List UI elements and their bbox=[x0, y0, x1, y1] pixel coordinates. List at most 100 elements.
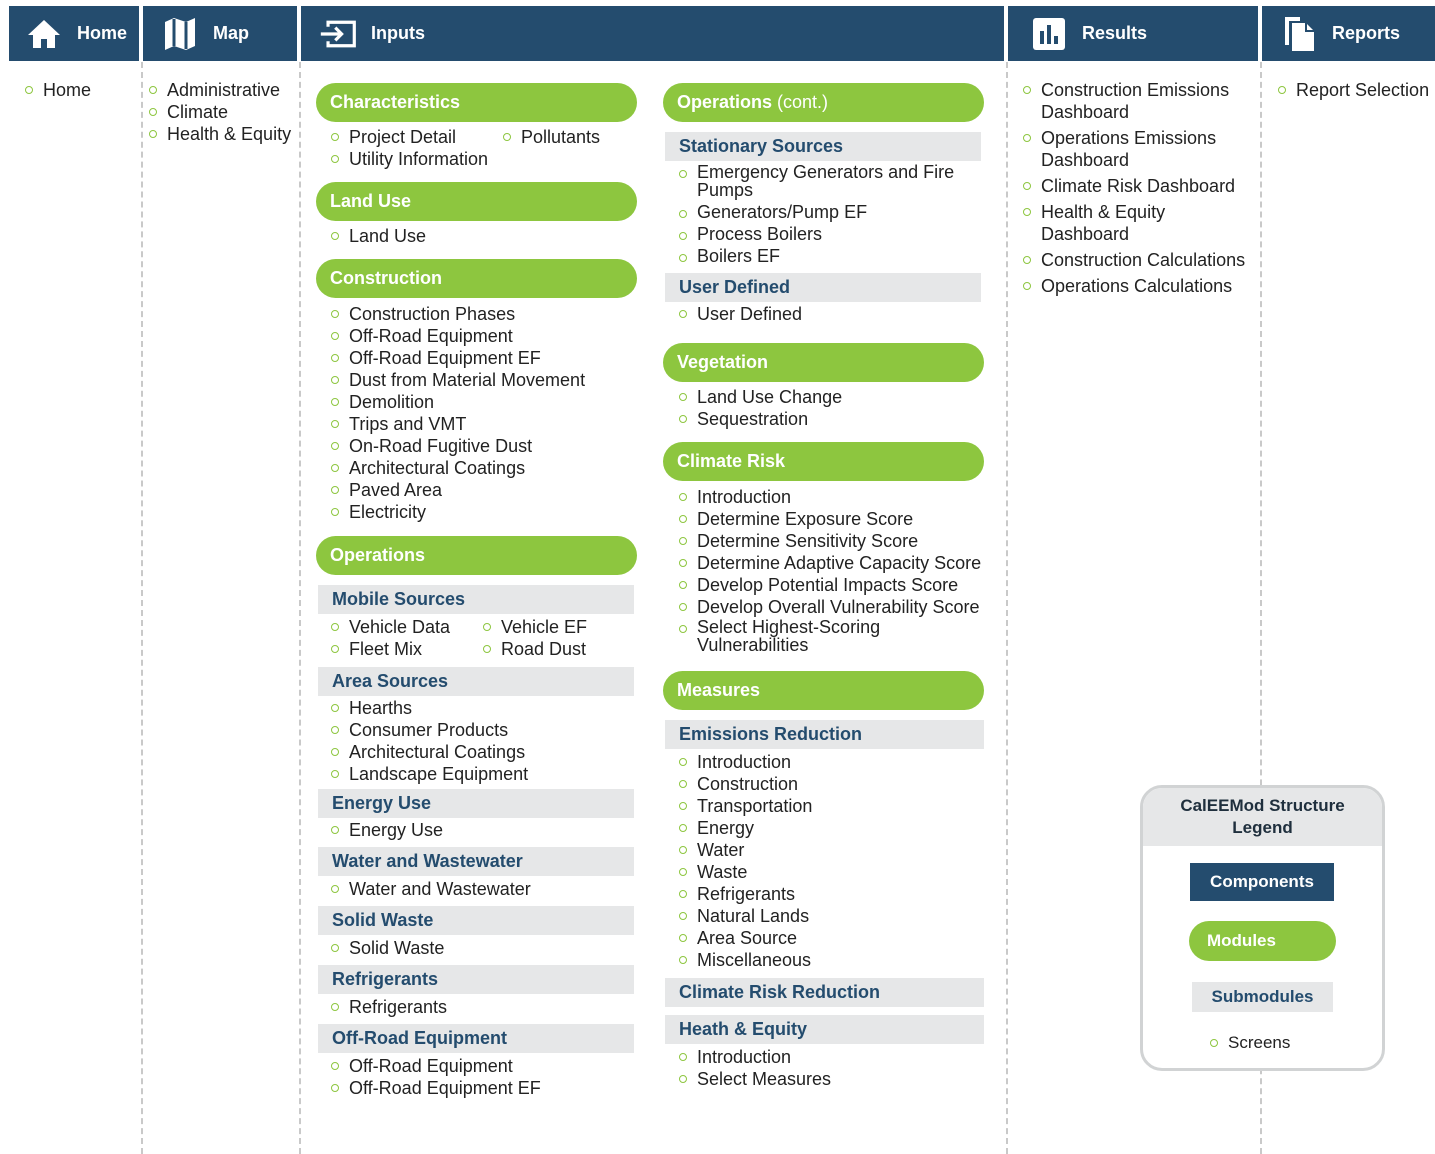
screen-item[interactable]: Trips and VMT bbox=[329, 413, 585, 435]
screen-item[interactable]: Energy bbox=[677, 817, 812, 839]
screen-item[interactable]: Road Dust bbox=[481, 638, 587, 660]
screen-item[interactable]: Construction Phases bbox=[329, 303, 585, 325]
map-icon bbox=[161, 15, 199, 53]
module-climate-risk[interactable]: Climate Risk bbox=[663, 442, 984, 481]
screen-item[interactable]: Operations Emissions Dashboard bbox=[1021, 127, 1256, 171]
screen-item[interactable]: Landscape Equipment bbox=[329, 763, 528, 785]
component-map[interactable]: Map bbox=[143, 6, 297, 61]
screen-item[interactable]: Refrigerants bbox=[677, 883, 812, 905]
screen-item[interactable]: Select Measures bbox=[677, 1068, 831, 1090]
screen-item[interactable]: Off-Road Equipment EF bbox=[329, 1077, 541, 1099]
screen-item[interactable]: Architectural Coatings bbox=[329, 741, 528, 763]
screen-item[interactable]: Miscellaneous bbox=[677, 949, 812, 971]
screen-item[interactable]: Land Use bbox=[329, 225, 426, 247]
screen-item[interactable]: Architectural Coatings bbox=[329, 457, 585, 479]
screen-item[interactable]: Develop Overall Vulnerability Score bbox=[677, 596, 1007, 618]
submodule-water-wastewater[interactable]: Water and Wastewater bbox=[318, 847, 634, 876]
module-characteristics[interactable]: Characteristics bbox=[316, 83, 637, 122]
screen-item[interactable]: Pollutants bbox=[501, 126, 600, 148]
module-measures[interactable]: Measures bbox=[663, 671, 984, 710]
submodule-user-defined[interactable]: User Defined bbox=[665, 273, 981, 302]
legend-submodules: Submodules bbox=[1192, 982, 1333, 1012]
screen-list: Project Detail Utility Information bbox=[329, 126, 488, 170]
module-construction[interactable]: Construction bbox=[316, 259, 637, 298]
screen-item[interactable]: Home bbox=[23, 79, 91, 101]
screen-item[interactable]: User Defined bbox=[677, 303, 802, 325]
screen-item[interactable]: Select Highest-Scoring Vulnerabilities bbox=[677, 618, 907, 654]
screen-item[interactable]: Determine Sensitivity Score bbox=[677, 530, 1007, 552]
module-land-use[interactable]: Land Use bbox=[316, 182, 637, 221]
submodule-stationary-sources[interactable]: Stationary Sources bbox=[665, 132, 981, 161]
screen-item[interactable]: Construction bbox=[677, 773, 812, 795]
submodule-area-sources[interactable]: Area Sources bbox=[318, 667, 634, 696]
screen-item[interactable]: Boilers EF bbox=[677, 247, 972, 265]
screen-item[interactable]: Administrative bbox=[147, 79, 291, 101]
screen-item[interactable]: Generators/Pump EF bbox=[677, 203, 972, 221]
screen-item[interactable]: Emergency Generators and Fire Pumps bbox=[677, 163, 972, 199]
screen-item[interactable]: Determine Adaptive Capacity Score bbox=[677, 552, 1007, 574]
screen-item[interactable]: Waste bbox=[677, 861, 812, 883]
screen-item[interactable]: Climate bbox=[147, 101, 291, 123]
screen-item[interactable]: Demolition bbox=[329, 391, 585, 413]
screen-item[interactable]: Vehicle Data bbox=[329, 616, 450, 638]
screen-item[interactable]: Area Source bbox=[677, 927, 812, 949]
screen-item[interactable]: Off-Road Equipment bbox=[329, 325, 585, 347]
screen-item[interactable]: Vehicle EF bbox=[481, 616, 587, 638]
submodule-climate-risk-reduction[interactable]: Climate Risk Reduction bbox=[665, 978, 984, 1007]
screen-item[interactable]: Hearths bbox=[329, 697, 528, 719]
screen-item[interactable]: Solid Waste bbox=[329, 937, 444, 959]
screen-item[interactable]: Introduction bbox=[677, 1046, 831, 1068]
submodule-off-road-equipment[interactable]: Off-Road Equipment bbox=[318, 1024, 634, 1053]
submodule-energy-use[interactable]: Energy Use bbox=[318, 789, 634, 818]
screen-item[interactable]: Paved Area bbox=[329, 479, 585, 501]
screen-item[interactable]: On-Road Fugitive Dust bbox=[329, 435, 585, 457]
screen-item[interactable]: Develop Potential Impacts Score bbox=[677, 574, 1007, 596]
screen-item[interactable]: Water and Wastewater bbox=[329, 878, 531, 900]
screen-item[interactable]: Climate Risk Dashboard bbox=[1021, 175, 1256, 197]
divider bbox=[299, 62, 301, 1154]
screen-item[interactable]: Determine Exposure Score bbox=[677, 508, 1007, 530]
submodule-solid-waste[interactable]: Solid Waste bbox=[318, 906, 634, 935]
screen-item[interactable]: Process Boilers bbox=[677, 225, 972, 243]
component-home[interactable]: Home bbox=[9, 6, 139, 61]
screen-item[interactable]: Sequestration bbox=[677, 408, 842, 430]
screen-item[interactable]: Health & Equity bbox=[147, 123, 291, 145]
screen-item[interactable]: Dust from Material Movement bbox=[329, 369, 585, 391]
module-operations-cont[interactable]: Operations (cont.) bbox=[663, 83, 984, 122]
screen-item[interactable]: Off-Road Equipment EF bbox=[329, 347, 585, 369]
screen-item[interactable]: Consumer Products bbox=[329, 719, 528, 741]
module-label: Operations bbox=[677, 92, 773, 112]
screen-item[interactable]: Construction Calculations bbox=[1021, 249, 1256, 271]
component-label: Home bbox=[77, 23, 128, 43]
submodule-emissions-reduction[interactable]: Emissions Reduction bbox=[665, 720, 984, 749]
screen-item[interactable]: Electricity bbox=[329, 501, 585, 523]
screen-list: Construction Phases Off-Road Equipment Off… bbox=[329, 303, 585, 523]
legend: CalEEMod Structure Legend Components Mod… bbox=[1140, 785, 1385, 1071]
screen-item[interactable]: Land Use Change bbox=[677, 386, 842, 408]
screen-item[interactable]: Introduction bbox=[677, 751, 812, 773]
screen-item[interactable]: Fleet Mix bbox=[329, 638, 450, 660]
submodule-refrigerants[interactable]: Refrigerants bbox=[318, 965, 634, 994]
screen-item[interactable]: Off-Road Equipment bbox=[329, 1055, 541, 1077]
component-inputs[interactable]: Inputs bbox=[301, 6, 1004, 61]
module-vegetation[interactable]: Vegetation bbox=[663, 343, 984, 382]
screen-item[interactable]: Construction Emissions Dashboard bbox=[1021, 79, 1256, 123]
screen-item[interactable]: Natural Lands bbox=[677, 905, 812, 927]
screen-item[interactable]: Water bbox=[677, 839, 812, 861]
screen-item[interactable]: Transportation bbox=[677, 795, 812, 817]
screen-item[interactable]: Refrigerants bbox=[329, 996, 447, 1018]
reports-screens: Report Selection bbox=[1276, 79, 1429, 101]
screen-item[interactable]: Energy Use bbox=[329, 819, 443, 841]
screen-item[interactable]: Operations Calculations bbox=[1021, 275, 1256, 297]
screen-item[interactable]: Report Selection bbox=[1276, 79, 1429, 101]
screen-item[interactable]: Introduction bbox=[677, 486, 1007, 508]
submodule-mobile-sources[interactable]: Mobile Sources bbox=[318, 585, 634, 614]
screen-item[interactable]: Project Detail bbox=[329, 126, 488, 148]
submodule-heath-equity[interactable]: Heath & Equity bbox=[665, 1015, 984, 1044]
screen-list: Introduction Select Measures bbox=[677, 1046, 831, 1090]
screen-item[interactable]: Health & Equity Dashboard bbox=[1021, 201, 1256, 245]
screen-item[interactable]: Utility Information bbox=[329, 148, 488, 170]
component-results[interactable]: Results bbox=[1008, 6, 1258, 61]
component-reports[interactable]: Reports bbox=[1262, 6, 1435, 61]
module-operations[interactable]: Operations bbox=[316, 536, 637, 575]
